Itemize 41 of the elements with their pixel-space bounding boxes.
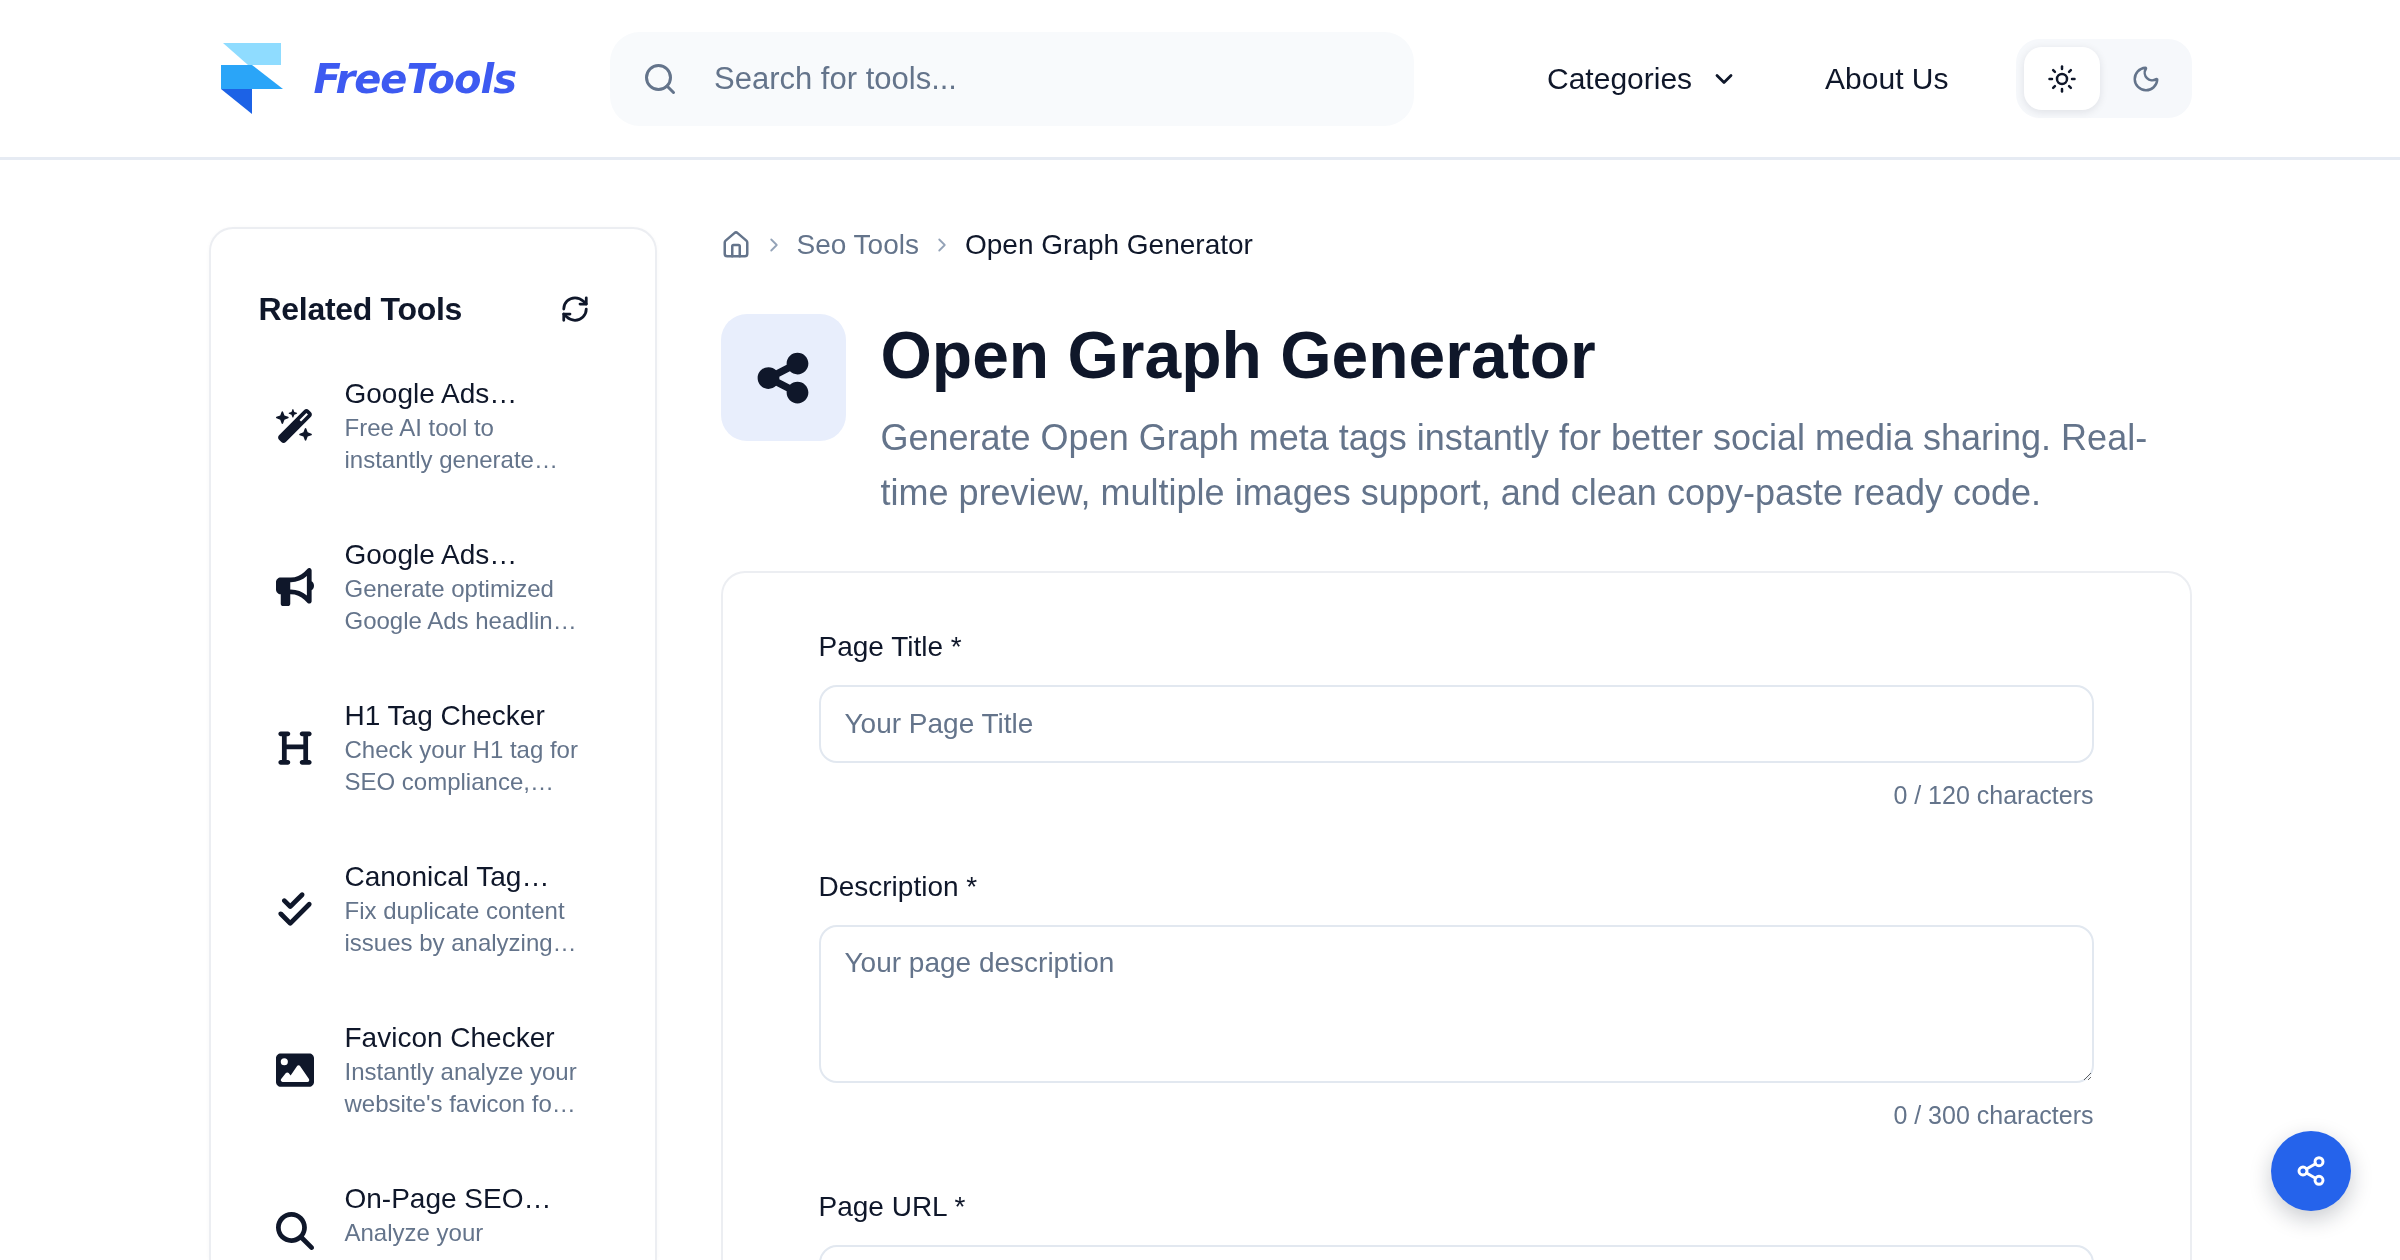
- magnifier-icon: [275, 1212, 314, 1250]
- breadcrumb-link[interactable]: Seo Tools: [796, 227, 919, 263]
- share-button[interactable]: [2271, 1131, 2351, 1211]
- field-label: Page Title *: [818, 630, 963, 664]
- image-icon: [275, 1051, 314, 1089]
- logo-icon: [220, 43, 283, 114]
- tool-title[interactable]: Favicon Checker: [344, 1020, 587, 1056]
- breadcrumb-current: Open Graph Generator: [964, 228, 1253, 262]
- light-mode-button[interactable]: [2023, 47, 2100, 110]
- character-counter: 0 / 300 characters: [1892, 1100, 2094, 1131]
- double-check-icon: [275, 890, 314, 928]
- field-label: Description *: [818, 870, 979, 904]
- sidebar-heading: Related Tools: [258, 290, 463, 329]
- textarea-field[interactable]: Your page description: [818, 925, 2094, 1083]
- tool-description: Check your H1 tag for SEO compliance,…: [344, 735, 579, 797]
- heading-icon: [275, 729, 314, 767]
- tool-description: Free AI tool to instantly generate…: [344, 413, 559, 475]
- nav-link[interactable]: About Us: [1825, 60, 1949, 97]
- page-subtitle: Generate Open Graph meta tags instantly for better social media sharing. Real-time preview, multiple images support, and clean copy-paste ready code.: [880, 416, 2149, 515]
- tool-description: Fix duplicate content issues by analyzing…: [344, 896, 578, 958]
- search-field[interactable]: Search for tools...: [610, 31, 1415, 126]
- character-counter: 0 / 120 characters: [1892, 780, 2094, 811]
- tool-title[interactable]: Google Ads…: [344, 537, 587, 573]
- tool-title[interactable]: Canonical Tag…: [344, 859, 587, 895]
- tool-title[interactable]: H1 Tag Checker: [344, 698, 587, 734]
- field-label: Page URL *: [818, 1190, 967, 1224]
- tool-description: Analyze your: [344, 1218, 485, 1248]
- tool-title[interactable]: On-Page SEO…: [344, 1181, 587, 1217]
- tool-title[interactable]: Google Ads…: [344, 376, 587, 412]
- categories-menu[interactable]: Categories: [1547, 60, 1739, 97]
- tool-description: Instantly analyze your website's favicon fo…: [344, 1057, 578, 1119]
- page-title: Open Graph Generator: [880, 317, 1597, 394]
- tool-description: Generate optimized Google Ads headlin…: [344, 574, 578, 636]
- share-icon: [720, 314, 846, 441]
- brand-name[interactable]: FreeTools: [313, 54, 517, 103]
- megaphone-icon: [275, 568, 314, 606]
- magic-wand-icon: [275, 407, 314, 445]
- input-field[interactable]: Your Page Title: [818, 685, 2094, 763]
- share-icon: [2295, 1155, 2327, 1187]
- refresh-icon[interactable]: [559, 294, 590, 324]
- sun-icon: [2046, 63, 2077, 94]
